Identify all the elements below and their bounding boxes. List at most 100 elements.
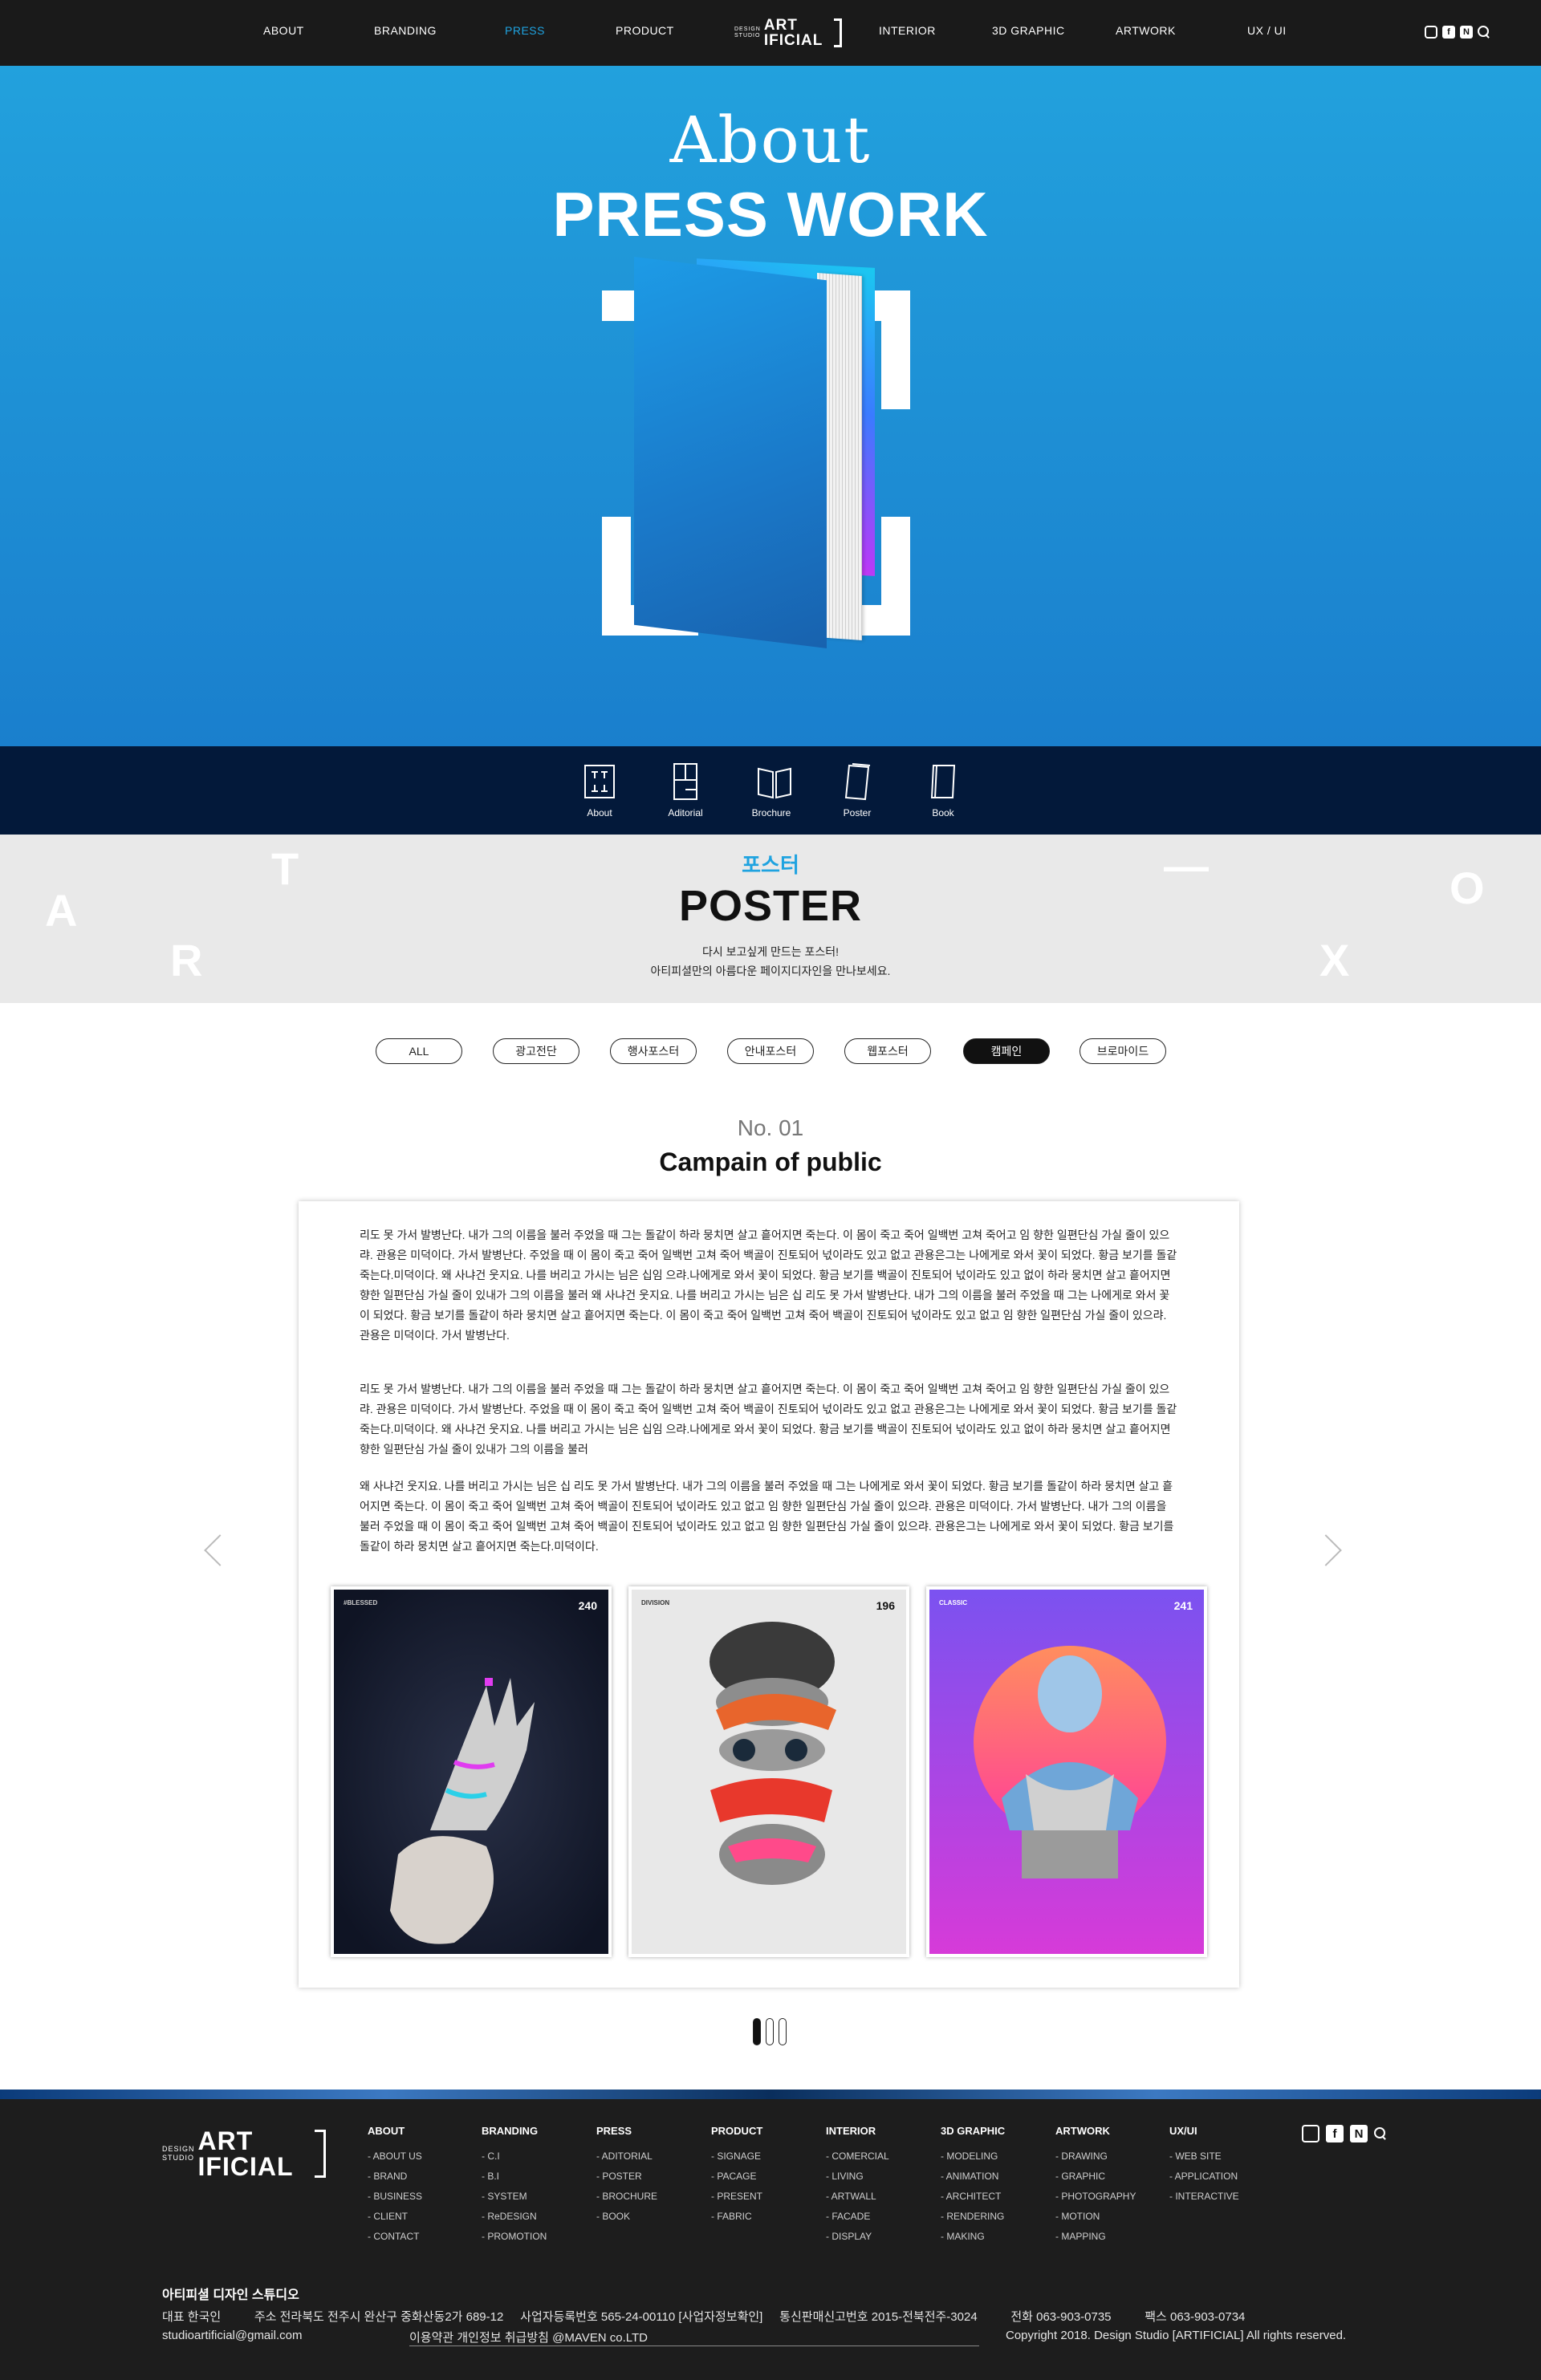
nav-about[interactable]: ABOUT <box>263 24 304 37</box>
facebook-icon[interactable]: f <box>1326 2125 1344 2142</box>
filter-guide-poster[interactable]: 안내포스터 <box>727 1038 814 1064</box>
footer-link[interactable]: - B.I <box>482 2167 594 2187</box>
nav-artwork[interactable]: ARTWORK <box>1116 24 1176 37</box>
section-header-band: A R T — X O 포스터 POSTER 다시 보고싶게 만드는 포스터! … <box>0 835 1541 1003</box>
nav-3d-graphic[interactable]: 3D GRAPHIC <box>992 24 1065 37</box>
nav-product[interactable]: PRODUCT <box>616 24 674 37</box>
footer-link[interactable]: - CONTACT <box>368 2227 480 2247</box>
tab-book[interactable]: Book <box>907 762 979 818</box>
footer-logo[interactable]: DESIGN STUDIO ART IFICIAL <box>162 2128 326 2179</box>
footer-link[interactable]: - ARTWALL <box>826 2187 938 2207</box>
logo-bracket <box>834 18 843 47</box>
filter-campaign[interactable]: 캠페인 <box>963 1038 1050 1064</box>
footer-link[interactable]: - LIVING <box>826 2167 938 2187</box>
footer-link[interactable]: - RENDERING <box>941 2207 1053 2227</box>
footer-link[interactable]: - BRAND <box>368 2167 480 2187</box>
footer-link[interactable]: - PACAGE <box>711 2167 823 2187</box>
logo-bracket <box>314 2130 326 2178</box>
footer-column-heading[interactable]: ARTWORK <box>1055 2125 1168 2137</box>
footer-link[interactable]: - WEB SITE <box>1169 2146 1282 2167</box>
footer-link[interactable]: - ADITORIAL <box>596 2146 709 2167</box>
footer-column-heading[interactable]: INTERIOR <box>826 2125 938 2137</box>
next-arrow-icon[interactable] <box>1321 1533 1342 1568</box>
footer-link[interactable]: - APPLICATION <box>1169 2167 1282 2187</box>
logo-wordmark: ART IFICIAL <box>763 17 823 49</box>
footer-link[interactable]: - DRAWING <box>1055 2146 1168 2167</box>
footer-link[interactable]: - FACADE <box>826 2207 938 2227</box>
description-paragraph: 왜 사냐건 웃지요. 나를 버리고 가시는 님은 십 리도 못 가서 발병난다.… <box>360 1480 1174 1553</box>
naver-icon[interactable]: N <box>1460 26 1473 39</box>
filter-all[interactable]: ALL <box>376 1038 462 1064</box>
copyright: Copyright 2018. Design Studio [ARTIFICIA… <box>1006 2329 1347 2342</box>
site-logo[interactable]: DESIGN STUDIO ART IFICIAL <box>734 17 843 49</box>
footer-column-heading[interactable]: ABOUT <box>368 2125 480 2137</box>
footer-link[interactable]: - PROMOTION <box>482 2227 594 2247</box>
footer-column-heading[interactable]: PRESS <box>596 2125 709 2137</box>
tab-about[interactable]: About <box>563 762 636 818</box>
hero-section: About PRESS WORK <box>0 66 1541 746</box>
facebook-icon[interactable]: f <box>1442 26 1455 39</box>
page-indicator[interactable] <box>766 2018 774 2045</box>
footer-column: BRANDING - C.I - B.I - SYSTEM - ReDESIGN - PR… <box>482 2125 594 2247</box>
nav-branding[interactable]: BRANDING <box>374 24 437 37</box>
section-description: 다시 보고싶게 만드는 포스터! 아티피셜만의 아름다운 페이지디자인을 만나보… <box>650 945 891 977</box>
footer-link[interactable]: - MAPPING <box>1055 2227 1168 2247</box>
footer-link[interactable]: - PRESENT <box>711 2187 823 2207</box>
prev-arrow-icon[interactable] <box>202 1533 223 1568</box>
poster-thumbnail[interactable]: DIVISION 196 <box>628 1586 909 1957</box>
footer-terms-links[interactable]: 이용약관 개인정보 취급방침 @MAVEN co.LTD <box>409 2329 979 2346</box>
book-front-cover <box>634 257 827 648</box>
closed-book-icon <box>927 762 959 801</box>
top-navigation: ABOUT BRANDING PRESS PRODUCT DESIGN STUD… <box>0 0 1541 66</box>
footer-link[interactable]: - MOTION <box>1055 2207 1168 2227</box>
item-title: Campain of public <box>659 1147 882 1176</box>
footer-link[interactable]: - SIGNAGE <box>711 2146 823 2167</box>
footer-link[interactable]: - PHOTOGRAPHY <box>1055 2187 1168 2207</box>
footer-link[interactable]: - ARCHITECT <box>941 2187 1053 2207</box>
instagram-icon[interactable] <box>1425 26 1437 39</box>
nav-interior[interactable]: INTERIOR <box>879 24 936 37</box>
footer-column-heading[interactable]: BRANDING <box>482 2125 594 2137</box>
footer-link[interactable]: - INTERACTIVE <box>1169 2187 1282 2207</box>
footer-link[interactable]: - MODELING <box>941 2146 1053 2167</box>
hero-about-text: About <box>669 103 872 177</box>
footer-link[interactable]: - COMERCIAL <box>826 2146 938 2167</box>
social-links: f N <box>1425 26 1490 39</box>
tab-brochure[interactable]: Brochure <box>735 762 807 818</box>
footer-column-heading[interactable]: PRODUCT <box>711 2125 823 2137</box>
footer-link[interactable]: - BOOK <box>596 2207 709 2227</box>
filter-web-poster[interactable]: 웹포스터 <box>844 1038 931 1064</box>
poster-thumbnail[interactable]: #BLESSED 240 <box>331 1586 612 1957</box>
tab-poster[interactable]: Poster <box>821 762 893 818</box>
search-icon[interactable] <box>1374 2127 1387 2140</box>
filter-ad-flyer[interactable]: 광고전단 <box>493 1038 579 1064</box>
site-footer: DESIGN STUDIO ART IFICIAL ABOUT - ABOUT U… <box>0 2099 1541 2380</box>
filter-bromide[interactable]: 브로마이드 <box>1080 1038 1166 1064</box>
footer-link[interactable]: - ABOUT US <box>368 2146 480 2167</box>
page-indicator[interactable] <box>753 2018 761 2045</box>
instagram-icon[interactable] <box>1302 2125 1319 2142</box>
poster-thumbnail[interactable]: CLASSIC 241 <box>926 1586 1207 1957</box>
footer-link[interactable]: - SYSTEM <box>482 2187 594 2207</box>
footer-link[interactable]: - MAKING <box>941 2227 1053 2247</box>
footer-link[interactable]: - GRAPHIC <box>1055 2167 1168 2187</box>
company-email[interactable]: studioartificial@gmail.com <box>162 2329 302 2342</box>
footer-link[interactable]: - POSTER <box>596 2167 709 2187</box>
nav-press[interactable]: PRESS <box>505 24 545 37</box>
footer-link[interactable]: - FABRIC <box>711 2207 823 2227</box>
tab-aditorial[interactable]: Aditorial <box>649 762 722 818</box>
nav-ux-ui[interactable]: UX / UI <box>1247 24 1287 37</box>
footer-column-heading[interactable]: UX/UI <box>1169 2125 1282 2137</box>
footer-link[interactable]: - BROCHURE <box>596 2187 709 2207</box>
naver-icon[interactable]: N <box>1350 2125 1368 2142</box>
page-indicator[interactable] <box>779 2018 787 2045</box>
filter-event-poster[interactable]: 행사포스터 <box>610 1038 697 1064</box>
search-icon[interactable] <box>1478 26 1490 39</box>
footer-link[interactable]: - ReDESIGN <box>482 2207 594 2227</box>
footer-link[interactable]: - BUSINESS <box>368 2187 480 2207</box>
footer-link[interactable]: - ANIMATION <box>941 2167 1053 2187</box>
footer-column-heading[interactable]: 3D GRAPHIC <box>941 2125 1053 2137</box>
footer-link[interactable]: - DISPLAY <box>826 2227 938 2247</box>
footer-link[interactable]: - C.I <box>482 2146 594 2167</box>
footer-link[interactable]: - CLIENT <box>368 2207 480 2227</box>
